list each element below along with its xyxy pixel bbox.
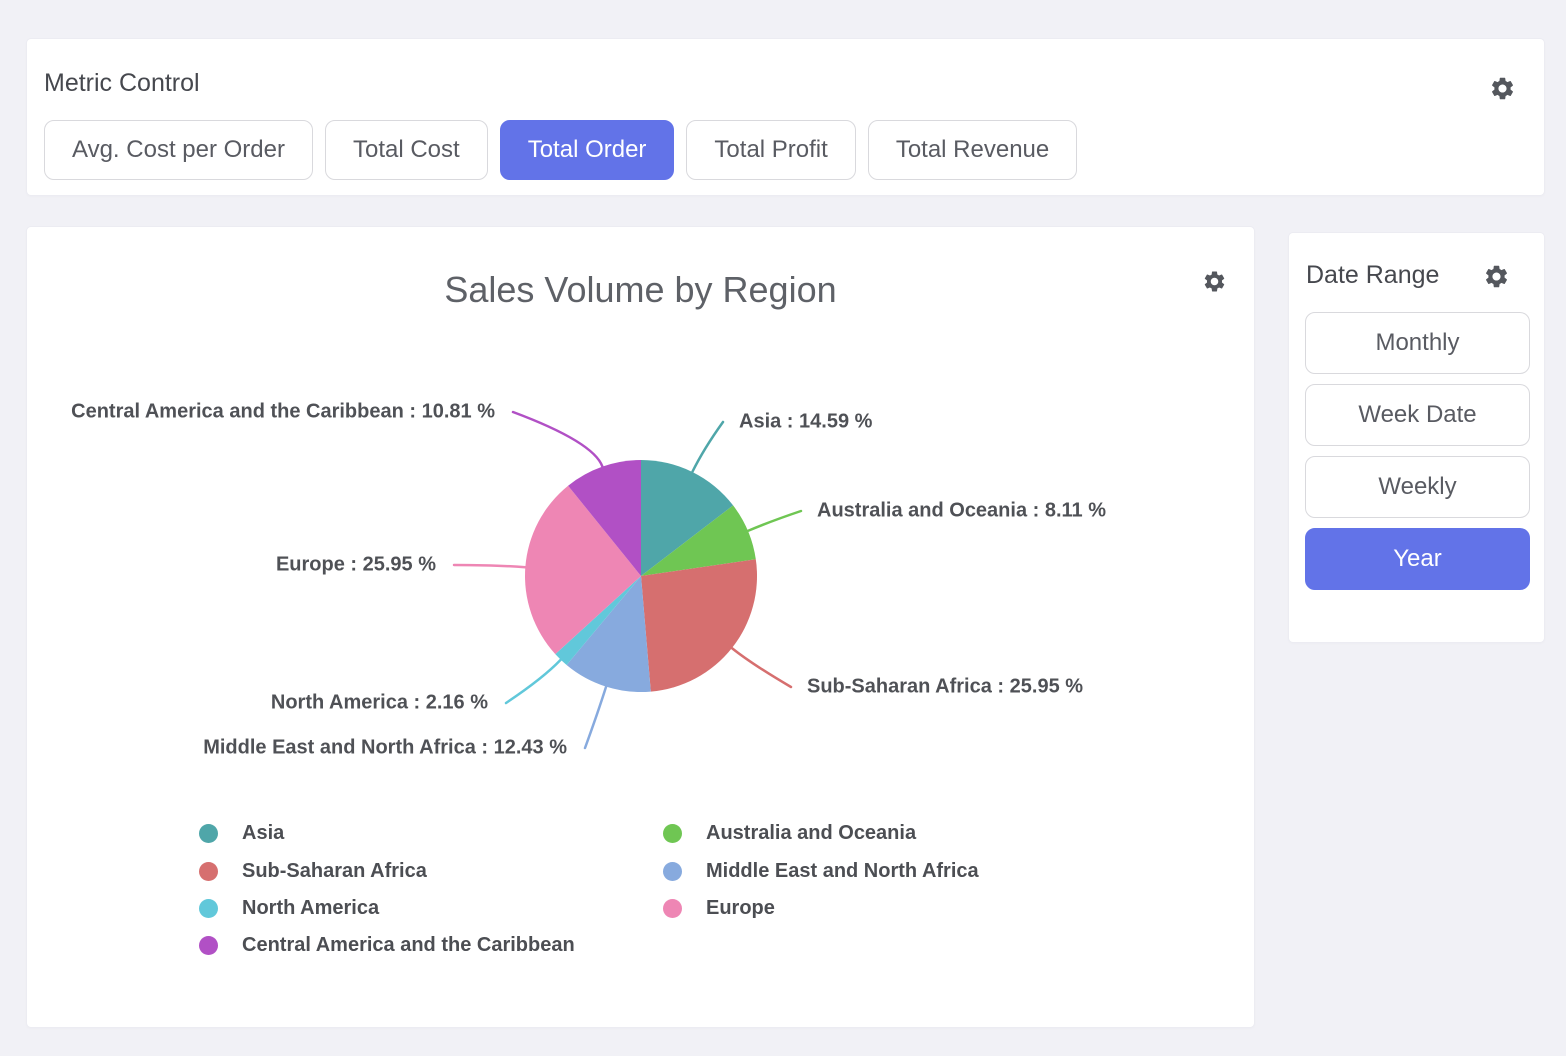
metric-button-avg-cost-per-order[interactable]: Avg. Cost per Order <box>44 120 313 180</box>
legend-dot-icon <box>199 862 218 881</box>
legend-label: Europe <box>706 897 775 920</box>
legend-dot-icon <box>199 936 218 955</box>
legend-label: Asia <box>242 822 284 845</box>
pie-leader-line-central-america-and-the-caribbean <box>513 412 602 467</box>
pie-slice-sub-saharan-africa[interactable] <box>641 559 757 691</box>
pie-leader-line-australia-and-oceania <box>748 511 801 531</box>
legend-item-north-america[interactable]: North America <box>199 897 663 920</box>
pie-leader-line-north-america <box>506 660 561 703</box>
metric-button-total-order[interactable]: Total Order <box>500 120 675 180</box>
metric-button-total-cost[interactable]: Total Cost <box>325 120 488 180</box>
gear-icon <box>1489 75 1516 102</box>
legend-item-australia-and-oceania[interactable]: Australia and Oceania <box>663 822 979 845</box>
legend-dot-icon <box>199 899 218 918</box>
legend-item-middle-east-and-north-africa[interactable]: Middle East and North Africa <box>663 860 979 883</box>
legend-item-central-america-and-the-caribbean[interactable]: Central America and the Caribbean <box>199 934 663 957</box>
legend-dot-icon <box>663 862 682 881</box>
pie-leader-line-middle-east-and-north-africa <box>585 687 606 748</box>
date-range-button-monthly[interactable]: Monthly <box>1305 312 1530 374</box>
metric-control-title: Metric Control <box>44 69 200 98</box>
legend-dot-icon <box>663 824 682 843</box>
date-range-button-group: Monthly Week Date Weekly Year <box>1305 312 1530 600</box>
legend-label: North America <box>242 897 379 920</box>
legend-item-asia[interactable]: Asia <box>199 822 663 845</box>
pie-leader-line-sub-saharan-africa <box>732 648 791 687</box>
pie-leader-line-asia <box>692 422 723 472</box>
metric-button-total-revenue[interactable]: Total Revenue <box>868 120 1077 180</box>
settings-gear-icon[interactable] <box>1483 263 1510 290</box>
legend-label: Middle East and North Africa <box>706 860 979 883</box>
settings-gear-icon[interactable] <box>1489 75 1516 102</box>
legend-label: Central America and the Caribbean <box>242 934 575 957</box>
sales-volume-chart-panel: Sales Volume by Region Asia : 14.59 %Aus… <box>26 226 1255 1028</box>
date-range-panel: Date Range Monthly Week Date Weekly Year <box>1288 232 1545 643</box>
date-range-button-week-date[interactable]: Week Date <box>1305 384 1530 446</box>
date-range-button-weekly[interactable]: Weekly <box>1305 456 1530 518</box>
legend-item-sub-saharan-africa[interactable]: Sub-Saharan Africa <box>199 860 663 883</box>
pie-leader-line-europe <box>454 565 525 567</box>
legend-dot-icon <box>663 899 682 918</box>
legend-label: Sub-Saharan Africa <box>242 860 427 883</box>
gear-icon <box>1483 263 1510 290</box>
chart-legend: Asia Australia and Oceania Sub-Saharan Afr… <box>199 815 979 965</box>
date-range-title: Date Range <box>1306 261 1439 290</box>
date-range-button-year[interactable]: Year <box>1305 528 1530 590</box>
legend-item-europe[interactable]: Europe <box>663 897 979 920</box>
legend-dot-icon <box>199 824 218 843</box>
legend-label: Australia and Oceania <box>706 822 916 845</box>
metric-control-panel: Metric Control Avg. Cost per OrderTotal … <box>26 38 1545 196</box>
metric-button-total-profit[interactable]: Total Profit <box>686 120 855 180</box>
metric-button-group: Avg. Cost per OrderTotal CostTotal Order… <box>44 120 1077 180</box>
